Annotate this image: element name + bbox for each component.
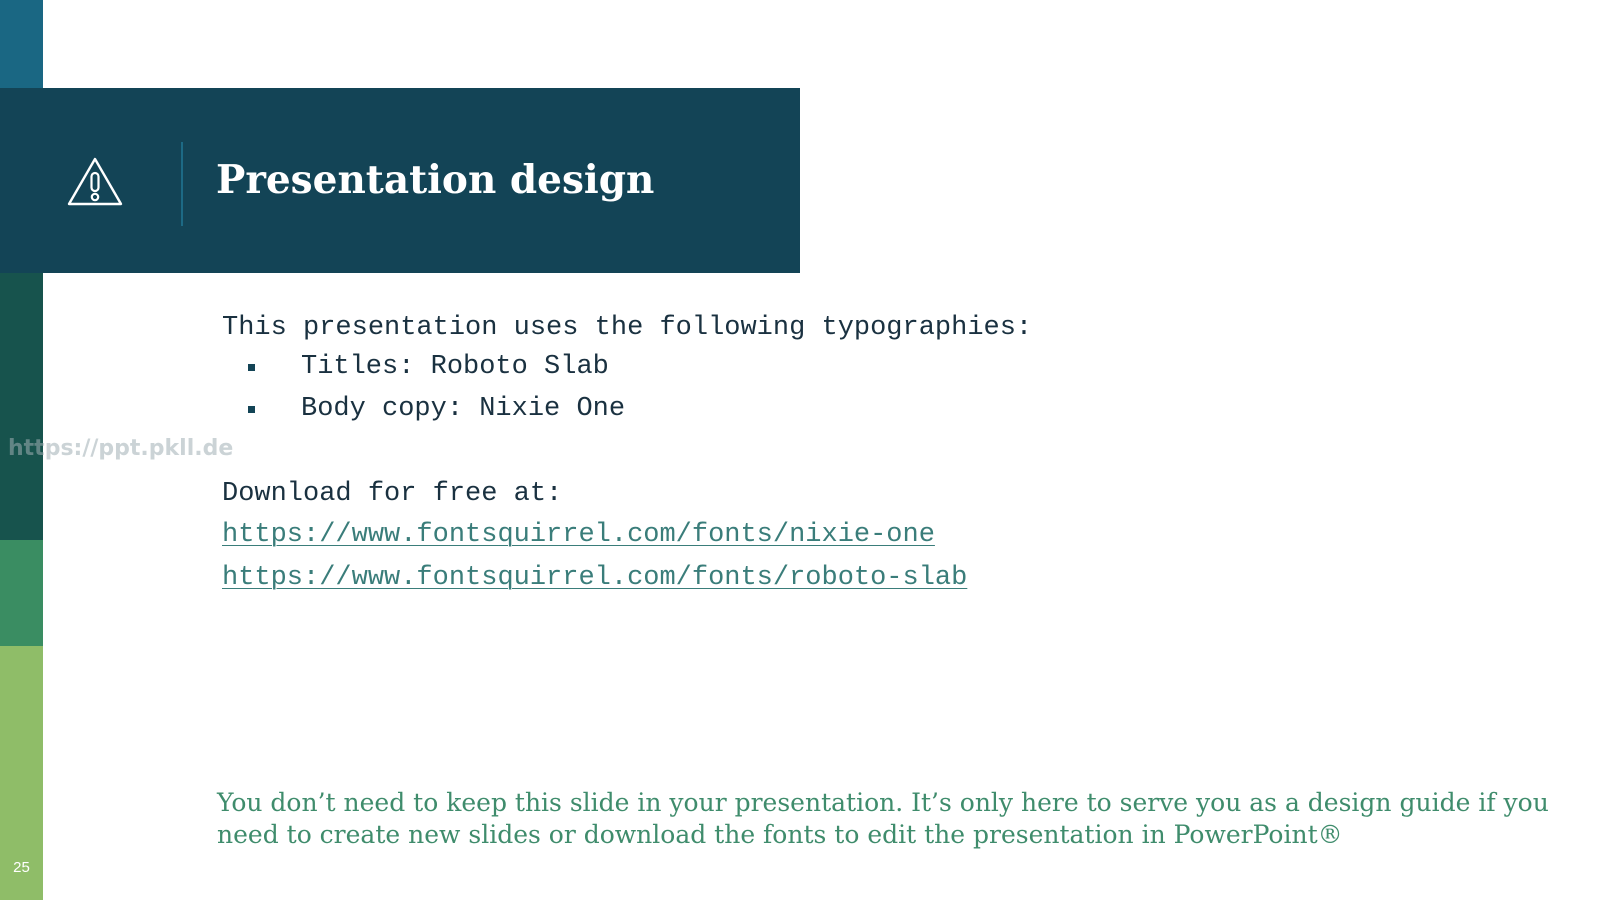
bullet-icon: [248, 406, 255, 413]
list-item-text: Body copy: Nixie One: [301, 394, 626, 424]
watermark: https://ppt.pkll.de: [8, 436, 234, 461]
download-links: https://www.fontsquirrel.com/fonts/nixie…: [222, 514, 1222, 600]
nixie-one-link[interactable]: https://www.fontsquirrel.com/fonts/nixie…: [222, 520, 935, 550]
strip-segment-dark-green: [0, 272, 43, 540]
page-number: 25: [13, 859, 30, 876]
roboto-slab-link[interactable]: https://www.fontsquirrel.com/fonts/robot…: [222, 563, 967, 593]
bullet-icon: [248, 364, 255, 371]
list-item: Titles: Roboto Slab: [222, 346, 1222, 388]
list-item-text: Titles: Roboto Slab: [301, 352, 609, 382]
typography-list: Titles: Roboto Slab Body copy: Nixie One: [222, 346, 1222, 430]
download-label: Download for free at:: [222, 479, 563, 509]
list-item: https://www.fontsquirrel.com/fonts/robot…: [222, 557, 1222, 600]
list-item: https://www.fontsquirrel.com/fonts/nixie…: [222, 514, 1222, 557]
body-content: This presentation uses the following typ…: [222, 310, 1222, 600]
banner-divider: [181, 142, 183, 226]
slide: 25 Presentation design This presentation…: [0, 0, 1600, 900]
warning-icon: [67, 157, 123, 206]
page-title: Presentation design: [216, 157, 655, 203]
intro-text: This presentation uses the following typ…: [222, 313, 1033, 343]
footer-note: You don’t need to keep this slide in you…: [217, 788, 1549, 849]
list-item: Body copy: Nixie One: [222, 388, 1222, 430]
title-banner: Presentation design: [0, 88, 800, 273]
strip-segment-green: [0, 540, 43, 646]
